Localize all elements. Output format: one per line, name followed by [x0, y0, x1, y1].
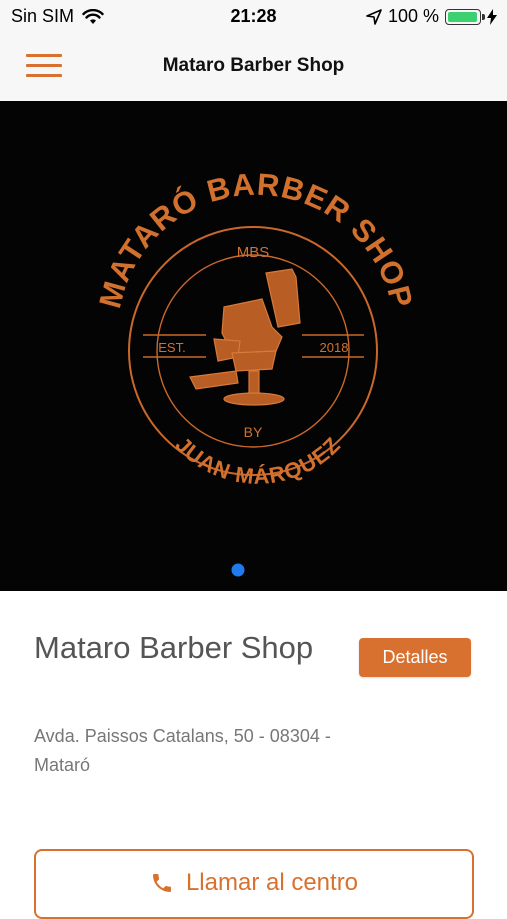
battery-icon: [445, 8, 485, 25]
svg-text:JUAN MÁRQUEZ: JUAN MÁRQUEZ: [170, 432, 345, 489]
page-title: Mataro Barber Shop: [162, 55, 345, 76]
location-arrow-icon: [366, 8, 382, 25]
logo-year: 2018: [320, 340, 349, 355]
barber-chair-icon: [189, 268, 301, 406]
battery-percent: 100 %: [387, 6, 439, 26]
navigation-bar: Mataro Barber Shop: [0, 34, 507, 102]
shop-logo: MATARÓ BARBER SHOP JUAN MÁRQUEZ MBS EST.…: [92, 167, 419, 577]
logo-top-arc: MATARÓ BARBER SHOP: [92, 167, 418, 312]
shop-name: Mataro Barber Shop: [34, 630, 314, 665]
shop-address: Avda. Paissos Catalans, 50 - 08304 - Mat…: [34, 726, 331, 775]
svg-text:MATARÓ BARBER SHOP: MATARÓ BARBER SHOP: [92, 167, 419, 312]
call-button-label: Llamar al centro: [185, 869, 359, 896]
carousel-dot-active[interactable]: [231, 563, 245, 577]
phone-icon: [152, 874, 171, 892]
logo-bottom-arc: JUAN MÁRQUEZ: [170, 432, 344, 489]
call-center-button[interactable]: Llamar al centro: [34, 849, 474, 919]
status-bar: Sin SIM 21:28 100 %: [0, 0, 507, 34]
details-button[interactable]: Detalles: [359, 638, 471, 677]
logo-est: EST.: [158, 340, 185, 355]
logo-monogram: MBS: [237, 244, 270, 261]
logo-by: BY: [244, 424, 263, 440]
hero-carousel[interactable]: MATARÓ BARBER SHOP JUAN MÁRQUEZ MBS EST.…: [0, 101, 507, 591]
charging-bolt-icon: [487, 8, 497, 25]
